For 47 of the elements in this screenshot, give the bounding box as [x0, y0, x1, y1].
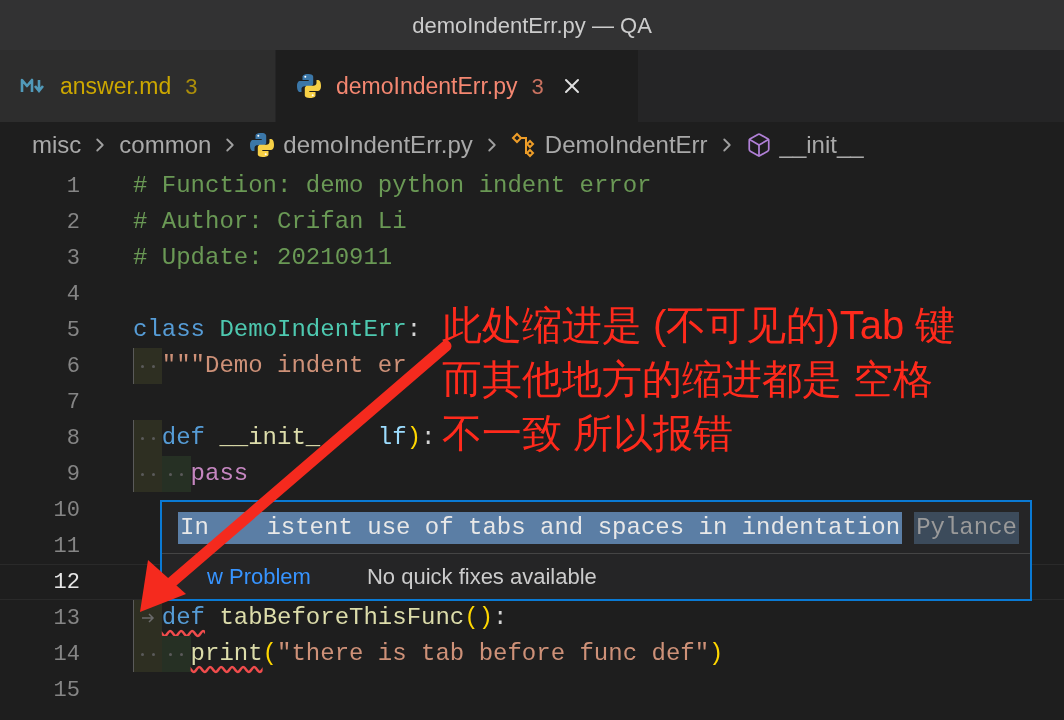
code-line: # Update: 20210911 — [133, 243, 393, 273]
line-number: 7 — [65, 388, 80, 417]
view-problem-link[interactable]: w Problem — [207, 560, 311, 593]
line-number: 3 — [65, 244, 80, 273]
breadcrumb-item[interactable]: __init__ — [779, 127, 864, 163]
code-line: def __init_ lf): — [161, 423, 436, 453]
problem-count: 3 — [185, 72, 198, 101]
code-line: print("there is tab before func def") — [190, 639, 724, 669]
code-line: pass — [190, 459, 249, 489]
class-icon — [510, 132, 537, 158]
line-number: 8 — [65, 424, 80, 453]
line-number: 10 — [52, 496, 80, 525]
line-number: 11 — [52, 532, 80, 561]
line-number: 6 — [65, 352, 80, 381]
tab-label: demoIndentErr.py — [336, 71, 518, 101]
line-number: 15 — [52, 676, 80, 705]
editor-tab[interactable]: answer.md 3 — [0, 50, 276, 122]
python-icon — [296, 73, 322, 99]
annotation-text: 此处缩进是 (不可见的)Tab 键 而其他地方的缩进都是 空格 不一致 所以报错 — [442, 302, 956, 457]
line-number: 2 — [65, 208, 80, 237]
problem-count: 3 — [531, 72, 544, 101]
python-icon — [249, 132, 276, 158]
line-number: 14 — [52, 640, 80, 669]
error-message: In istent use of tabs and spaces in indentation — [178, 511, 903, 544]
line-number: 9 — [65, 460, 80, 489]
quick-fix-note: No quick fixes available — [366, 563, 597, 591]
code-line: # Author: Crifan Li — [133, 207, 407, 237]
breadcrumb-item[interactable]: demoIndentErr.py — [283, 127, 473, 163]
window-title: demoIndentErr.py — QA — [412, 11, 652, 40]
line-number: 12 — [52, 568, 80, 597]
editor-tab[interactable]: demoIndentErr.py 3 — [276, 50, 638, 122]
line-number: 1 — [65, 172, 80, 201]
line-number: 4 — [65, 280, 80, 309]
line-number: 13 — [52, 604, 80, 633]
markdown-icon — [20, 78, 46, 94]
code-line: def tabBeforeThisFunc(): — [161, 603, 508, 633]
breadcrumb-item[interactable]: misc — [32, 127, 82, 163]
line-number: 5 — [65, 316, 80, 345]
error-source: Pylance — [914, 511, 1019, 544]
breadcrumb-item[interactable]: common — [119, 127, 212, 163]
code-line: """Demo indent er — [161, 351, 407, 381]
tab-arrow-icon — [140, 613, 155, 623]
tab-label: answer.md — [60, 71, 172, 101]
code-line: # Function: demo python indent error — [133, 171, 652, 201]
code-line: class DemoIndentErr: — [133, 315, 422, 345]
breadcrumb-item[interactable]: DemoIndentErr — [544, 127, 708, 163]
cube-icon — [745, 132, 772, 158]
